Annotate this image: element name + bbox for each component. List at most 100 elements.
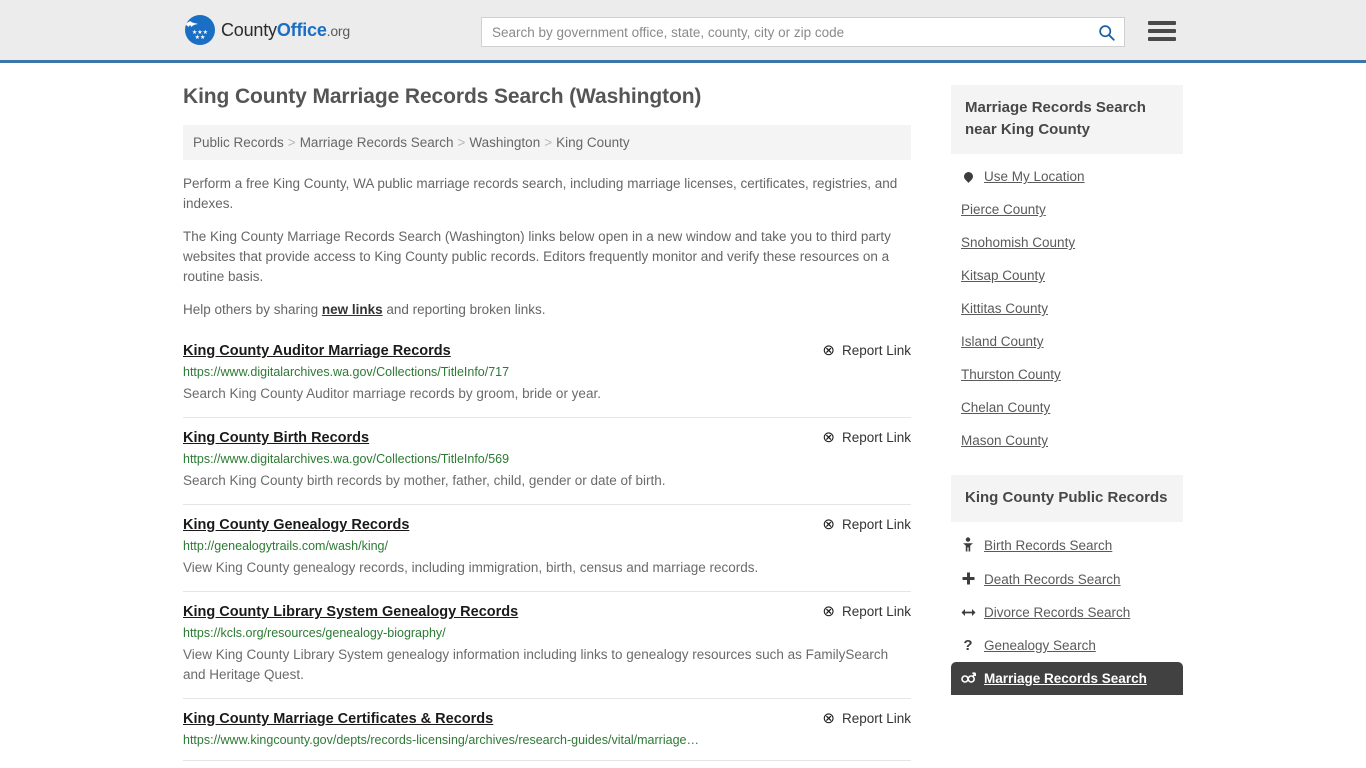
stars-icon: ★★★ ★★	[191, 30, 209, 41]
hamburger-menu-button[interactable]	[1148, 18, 1176, 44]
broken-link-icon: ⊗	[822, 429, 835, 446]
result-url: http://genealogytrails.com/wash/king/	[183, 539, 388, 553]
sidebar-item-death-records-search[interactable]: Death Records Search	[951, 563, 1183, 596]
logo-tld: .org	[326, 22, 351, 39]
result-description: View King County Library System genealog…	[183, 647, 889, 682]
eagle-seal-icon: ★★★ ★★	[185, 15, 215, 45]
breadcrumb-item-public-records[interactable]: Public Records	[193, 135, 284, 150]
sidebar-item-label[interactable]: Mason County	[961, 433, 1048, 448]
logo-county: County	[221, 19, 277, 40]
report-link-button[interactable]: ⊗ Report Link	[822, 517, 911, 532]
search-icon	[1098, 24, 1115, 41]
new-links-link[interactable]: new links	[322, 302, 383, 317]
sidebar-item-label[interactable]: Kitsap County	[961, 268, 1045, 283]
result-title-link[interactable]: King County Birth Records	[183, 430, 369, 446]
result-url: https://www.kingcounty.gov/depts/records…	[183, 733, 699, 747]
search-button[interactable]	[1088, 18, 1124, 46]
result-title-link[interactable]: King County Library System Genealogy Rec…	[183, 604, 518, 620]
left-right-arrow-icon	[961, 606, 976, 620]
male-female-icon	[961, 671, 976, 686]
sidebar-item-label[interactable]: Pierce County	[961, 202, 1046, 217]
breadcrumb-item-marriage-records-search[interactable]: Marriage Records Search	[300, 135, 454, 150]
sidebar-item-label[interactable]: Kittitas County	[961, 301, 1048, 316]
sidebar-item-kittitas-county[interactable]: Kittitas County	[951, 292, 1183, 325]
sidebar-item-pierce-county[interactable]: Pierce County	[951, 193, 1183, 226]
result-url: https://kcls.org/resources/genealogy-bio…	[183, 626, 446, 640]
sidebar: Marriage Records Search near King County…	[951, 85, 1183, 761]
sidebar-item-divorce-records-search[interactable]: Divorce Records Search	[951, 596, 1183, 629]
result-item: King County Genealogy Records ⊗ Report L…	[183, 505, 911, 592]
intro-paragraph-1: Perform a free King County, WA public ma…	[183, 176, 898, 211]
sidebar-item-thurston-county[interactable]: Thurston County	[951, 358, 1183, 391]
report-link-label: Report Link	[841, 711, 911, 726]
sidebar-public-records-panel: King County Public Records Birth Records…	[951, 475, 1183, 695]
report-link-label: Report Link	[841, 343, 911, 358]
hamburger-bar-1	[1148, 21, 1176, 25]
sidebar-item-label[interactable]: Genealogy Search	[984, 638, 1096, 653]
sidebar-item-label[interactable]: Snohomish County	[961, 235, 1075, 250]
result-item: King County Marriage Certificates & Reco…	[183, 699, 911, 761]
sidebar-item-label[interactable]: Thurston County	[961, 367, 1061, 382]
sidebar-nearby-list: Use My Location Pierce County Snohomish …	[951, 154, 1183, 457]
sidebar-item-label[interactable]: Birth Records Search	[984, 538, 1112, 553]
report-link-label: Report Link	[841, 517, 911, 532]
help-line: Help others by sharing new links and rep…	[183, 300, 911, 320]
sidebar-item-genealogy-search[interactable]: ? Genealogy Search	[951, 629, 1183, 662]
report-link-button[interactable]: ⊗ Report Link	[822, 604, 911, 619]
breadcrumb-separator-2: >	[457, 135, 466, 150]
sidebar-item-kitsap-county[interactable]: Kitsap County	[951, 259, 1183, 292]
result-item: King County Auditor Marriage Records ⊗ R…	[183, 333, 911, 418]
sidebar-item-chelan-county[interactable]: Chelan County	[951, 391, 1183, 424]
logo-wordmark: CountyOffice.org	[221, 20, 350, 41]
sidebar-nearby-panel: Marriage Records Search near King County…	[951, 85, 1183, 457]
result-item: King County Birth Records ⊗ Report Link …	[183, 418, 911, 505]
breadcrumb-item-washington[interactable]: Washington	[469, 135, 540, 150]
page-title: King County Marriage Records Search (Was…	[183, 85, 702, 108]
broken-link-icon: ⊗	[822, 342, 835, 359]
sidebar-item-label[interactable]: Marriage Records Search	[984, 671, 1147, 686]
breadcrumb-separator-1: >	[287, 135, 296, 150]
main-content: King County Marriage Records Search (Was…	[183, 85, 911, 761]
report-link-button[interactable]: ⊗ Report Link	[822, 711, 911, 726]
location-pin-icon	[961, 169, 975, 184]
help-line-before: Help others by sharing	[183, 302, 322, 317]
sidebar-item-label[interactable]: Use My Location	[984, 169, 1085, 184]
sidebar-item-snohomish-county[interactable]: Snohomish County	[951, 226, 1183, 259]
sidebar-public-records-heading: King County Public Records	[951, 475, 1183, 522]
result-url: https://www.digitalarchives.wa.gov/Colle…	[183, 365, 510, 379]
question-mark-icon: ?	[963, 637, 973, 654]
report-link-button[interactable]: ⊗ Report Link	[822, 430, 911, 445]
sidebar-item-label[interactable]: Island County	[961, 334, 1044, 349]
search-input[interactable]	[482, 18, 1088, 46]
breadcrumb: Public Records > Marriage Records Search > W…	[183, 125, 911, 160]
breadcrumb-separator-3: >	[544, 135, 553, 150]
site-header: ★★★ ★★ CountyOffice.org	[0, 0, 1366, 63]
sidebar-item-island-county[interactable]: Island County	[951, 325, 1183, 358]
result-description: View King County genealogy records, incl…	[183, 560, 759, 575]
sidebar-item-label[interactable]: Divorce Records Search	[984, 605, 1130, 620]
sidebar-item-use-my-location[interactable]: Use My Location	[951, 160, 1183, 193]
cross-icon	[961, 572, 975, 587]
sidebar-nearby-heading: Marriage Records Search near King County	[951, 85, 1183, 154]
result-title-link[interactable]: King County Marriage Certificates & Reco…	[183, 711, 493, 727]
report-link-label: Report Link	[841, 604, 911, 619]
baby-icon	[961, 537, 975, 554]
broken-link-icon: ⊗	[822, 710, 835, 727]
sidebar-item-birth-records-search[interactable]: Birth Records Search	[951, 528, 1183, 563]
breadcrumb-item-king-county[interactable]: King County	[556, 135, 630, 150]
intro-paragraph-2: The King County Marriage Records Search …	[183, 229, 891, 284]
broken-link-icon: ⊗	[822, 516, 835, 533]
result-title-link[interactable]: King County Auditor Marriage Records	[183, 343, 451, 359]
report-link-button[interactable]: ⊗ Report Link	[822, 343, 911, 358]
site-logo[interactable]: ★★★ ★★ CountyOffice.org	[185, 15, 350, 45]
sidebar-item-marriage-records-search[interactable]: Marriage Records Search	[951, 662, 1183, 695]
result-url: https://www.digitalarchives.wa.gov/Colle…	[183, 452, 510, 466]
result-description: Search King County birth records by moth…	[183, 473, 666, 488]
sidebar-item-label[interactable]: Death Records Search	[984, 572, 1121, 587]
sidebar-item-label[interactable]: Chelan County	[961, 400, 1050, 415]
sidebar-item-mason-county[interactable]: Mason County	[951, 424, 1183, 457]
logo-office: Office	[276, 19, 327, 40]
result-title-link[interactable]: King County Genealogy Records	[183, 517, 409, 533]
search-bar[interactable]	[481, 17, 1125, 47]
intro-text: Perform a free King County, WA public ma…	[183, 174, 911, 320]
